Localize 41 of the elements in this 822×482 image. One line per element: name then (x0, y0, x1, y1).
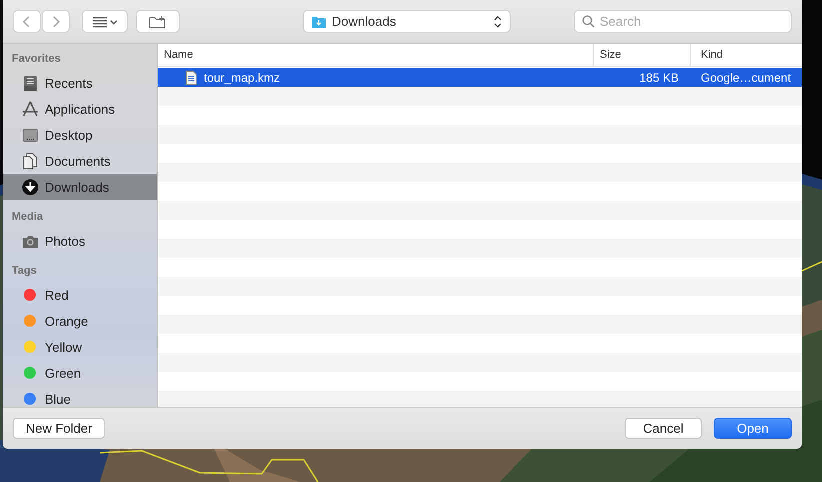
updown-icon (494, 16, 502, 28)
folder-icon (312, 16, 326, 28)
tray-icon (22, 74, 39, 92)
tag-item[interactable]: Red (3, 282, 157, 308)
file-size: 185 KB (640, 70, 679, 84)
new-folder-button[interactable]: New Folder (13, 418, 106, 439)
view-menu-button[interactable] (82, 10, 128, 33)
sidebar-item[interactable]: Photos (3, 228, 157, 254)
file-name: tour_map.kmz (204, 70, 280, 84)
download-icon (22, 178, 39, 196)
file-row[interactable]: tour_map.kmz 185 KB Google…cument (158, 68, 802, 87)
tag-item[interactable]: Yellow (3, 334, 157, 360)
camera-icon (22, 234, 39, 248)
tag-item[interactable]: Blue (3, 386, 157, 407)
search-field[interactable]: Search (574, 10, 792, 33)
new-folder-button[interactable] (136, 10, 180, 33)
sidebar-item[interactable]: Documents (3, 148, 157, 174)
section-heading: Media (11, 210, 44, 225)
section-heading: Tags (11, 264, 38, 279)
back-icon (22, 14, 32, 28)
open-button[interactable]: Open (714, 418, 792, 439)
document-icon (186, 70, 197, 84)
documents-icon (22, 152, 39, 170)
folder-plus-icon (149, 14, 167, 28)
section-heading: Favorites (11, 52, 62, 67)
tag-item[interactable]: Green (3, 360, 157, 386)
sidebar-item[interactable]: Desktop (3, 122, 157, 148)
column-header[interactable]: Size (594, 44, 691, 66)
sidebar-item[interactable]: Recents (3, 70, 157, 96)
column-header[interactable]: Kind (691, 44, 802, 66)
sidebar-item[interactable]: Applications (3, 96, 157, 122)
column-header[interactable]: Name (158, 44, 594, 66)
sidebar-item[interactable]: Downloads (3, 174, 157, 200)
file-kind: Google…cument (701, 70, 792, 84)
compass-a-icon (22, 100, 39, 118)
tag-item[interactable]: Orange (3, 308, 157, 334)
location-dropdown[interactable]: Downloads (303, 10, 511, 33)
cancel-button[interactable]: Cancel (625, 418, 702, 439)
forward-icon (51, 14, 61, 28)
desktop-icon (22, 126, 39, 144)
list-view-icon (92, 16, 118, 28)
